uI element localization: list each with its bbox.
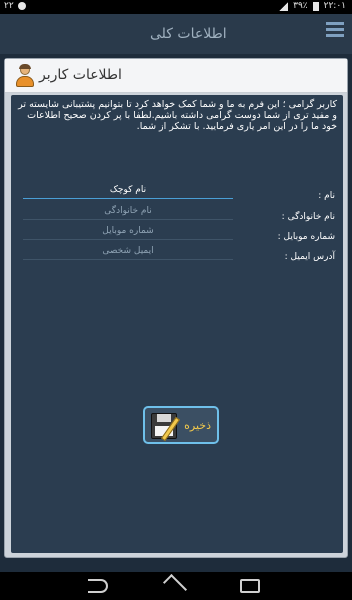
signal-icon xyxy=(279,1,289,11)
intro-text: کاربر گرامی ؛ این فرم به ما و شما کمک خو… xyxy=(18,99,337,132)
mobile-input[interactable]: شماره موبایل xyxy=(23,224,233,240)
clock: ۲۲:۰۱ xyxy=(323,1,346,11)
email-input[interactable]: ایمیل شخصی xyxy=(23,244,233,260)
save-label: ذخیره xyxy=(184,419,211,432)
email-label: آدرس ایمیل : xyxy=(284,252,335,262)
notification-icon xyxy=(17,2,26,10)
user-icon xyxy=(14,64,36,88)
app-title: اطلاعات کلی xyxy=(150,26,227,42)
dialog-body: کاربر گرامی ؛ این فرم به ما و شما کمک خو… xyxy=(11,95,343,553)
last-name-label: نام خانوادگی : xyxy=(281,212,335,222)
floppy-disk-icon xyxy=(151,413,181,442)
status-right: ۳۹٪ ۲۲:۰۱ xyxy=(279,1,346,11)
last-name-input[interactable]: نام خانوادگی xyxy=(23,204,233,220)
back-icon[interactable] xyxy=(88,579,108,593)
navigation-bar xyxy=(0,572,352,600)
user-info-dialog: اطلاعات کاربر کاربر گرامی ؛ این فرم به م… xyxy=(4,58,348,558)
mobile-label: شماره موبایل : xyxy=(277,232,335,242)
status-bar: ۲۲ ۳۹٪ ۲۲:۰۱ xyxy=(0,0,352,14)
dialog-title: اطلاعات کاربر xyxy=(39,67,122,83)
notification-count: ۲۲ xyxy=(4,1,14,11)
menu-icon[interactable] xyxy=(326,22,344,40)
save-button[interactable]: ذخیره xyxy=(143,406,219,444)
battery-percent: ۳۹٪ xyxy=(293,1,308,11)
app-header: اطلاعات کلی xyxy=(0,14,352,54)
app-background: اطلاعات کلی اطلاعات کاربر کاربر گرامی ؛ … xyxy=(0,14,352,572)
first-name-label: نام : xyxy=(318,191,335,201)
battery-icon xyxy=(312,1,319,11)
home-icon[interactable] xyxy=(162,573,188,599)
recent-apps-icon[interactable] xyxy=(240,579,260,593)
status-left: ۲۲ xyxy=(4,1,26,11)
dialog-header: اطلاعات کاربر xyxy=(5,59,347,93)
first-name-input[interactable]: نام کوچک xyxy=(23,183,233,199)
